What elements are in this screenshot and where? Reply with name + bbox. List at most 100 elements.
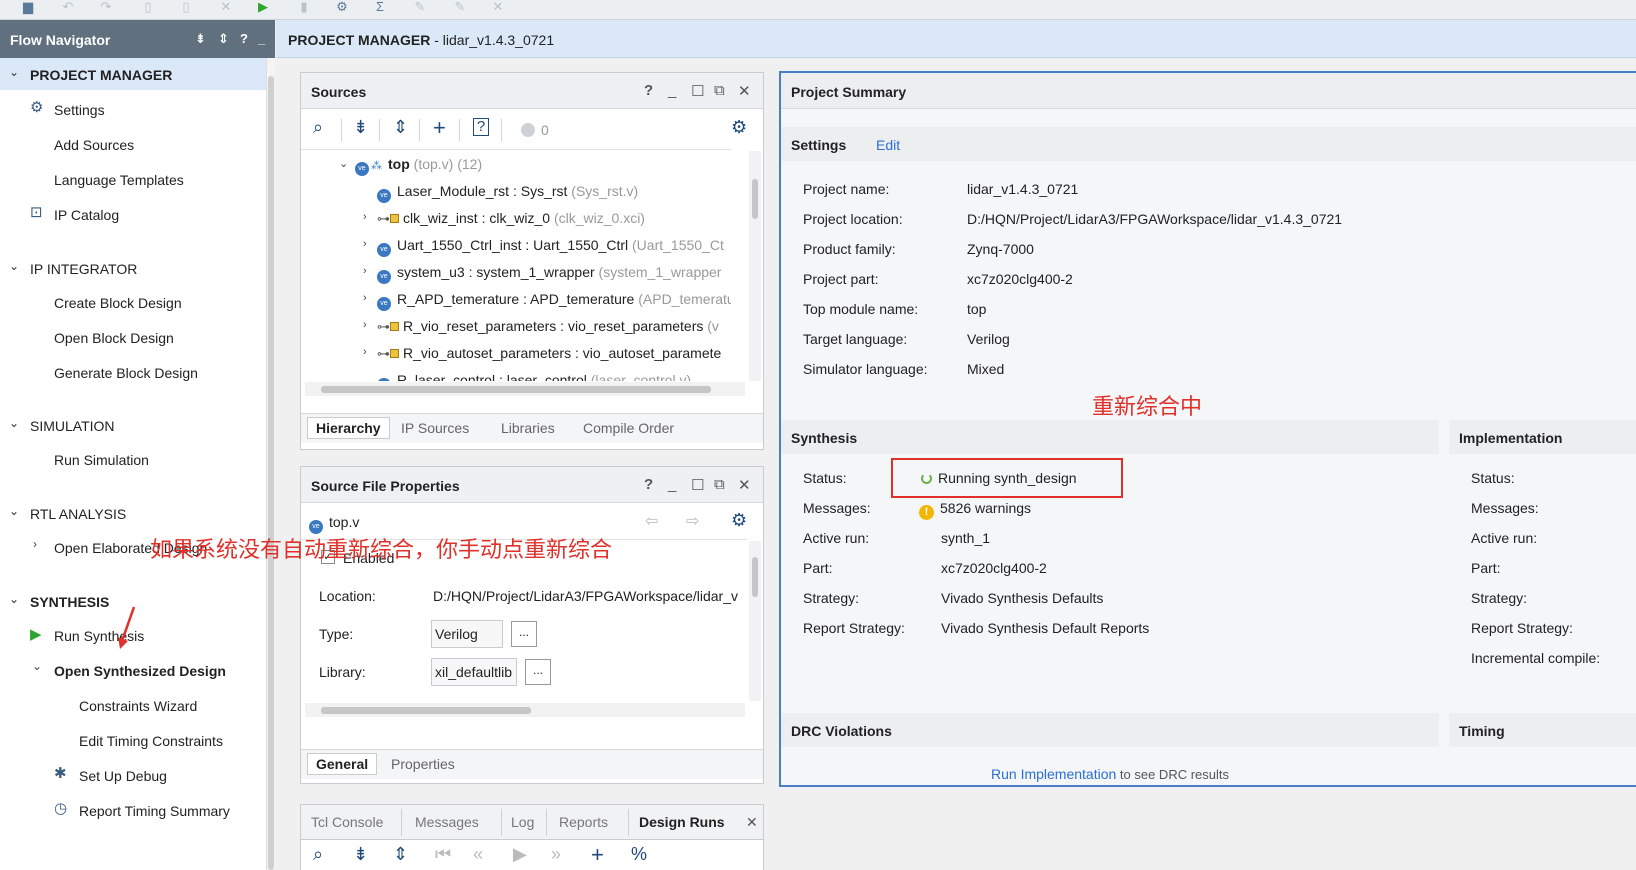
library-browse-button[interactable]: ...: [525, 659, 551, 685]
nav-create-block-design[interactable]: Create Block Design: [54, 295, 182, 311]
forward-icon[interactable]: ⇨: [686, 511, 699, 531]
project-part-link[interactable]: xc7z020clg400-2: [967, 271, 1073, 287]
search-icon[interactable]: ⌕: [313, 844, 323, 865]
sources-vscroll[interactable]: [749, 151, 761, 381]
flow-navigator-scrollbar[interactable]: [266, 58, 275, 870]
edit-settings-link[interactable]: Edit: [876, 137, 900, 153]
maximize-icon[interactable]: ☐: [691, 476, 704, 494]
close-icon[interactable]: ✕: [738, 82, 751, 100]
back-icon[interactable]: ⇦: [645, 511, 658, 531]
nav-edit-timing-constraints[interactable]: Edit Timing Constraints: [79, 733, 223, 749]
nav-constraints-wizard[interactable]: Constraints Wizard: [79, 698, 197, 714]
chevron-right-icon[interactable]: ›: [33, 537, 37, 551]
paste-icon[interactable]: ▯: [178, 0, 194, 14]
chevron-right-icon[interactable]: ›: [363, 265, 367, 277]
nav-language-templates[interactable]: Language Templates: [54, 172, 184, 188]
nav-open-block-design[interactable]: Open Block Design: [54, 330, 174, 346]
synth-report-strategy-link[interactable]: Vivado Synthesis Default Reports: [941, 620, 1149, 636]
expand-all-icon[interactable]: ⇕: [393, 844, 408, 865]
minimize-icon[interactable]: _: [668, 476, 676, 493]
tab-general[interactable]: General: [307, 753, 378, 775]
run-icon[interactable]: ▶: [255, 0, 271, 14]
tree-row[interactable]: › ⊶ clk_wiz_inst : clk_wiz_0 (clk_wiz_0.x…: [363, 210, 645, 227]
help-icon[interactable]: ?: [240, 31, 248, 46]
first-icon[interactable]: ⏮: [435, 844, 451, 865]
properties-icon[interactable]: ?: [473, 118, 489, 136]
chevron-right-icon[interactable]: ›: [363, 211, 367, 223]
tree-row[interactable]: ⌄ ve ⁂ top (top.v) (12): [339, 156, 482, 176]
properties-vscroll[interactable]: [749, 541, 761, 701]
chevron-right-icon[interactable]: ›: [363, 238, 367, 250]
help-icon[interactable]: ?: [644, 476, 653, 493]
settings-icon[interactable]: ⚙: [334, 0, 350, 14]
tab-messages[interactable]: Messages: [415, 814, 479, 830]
tab-libraries[interactable]: Libraries: [501, 420, 555, 436]
sigma-icon[interactable]: Σ: [372, 0, 388, 14]
synth-messages-link[interactable]: ! 5826 warnings: [919, 500, 1031, 520]
program-icon[interactable]: ▮: [296, 0, 312, 14]
add-icon[interactable]: +: [433, 115, 446, 141]
help-icon[interactable]: ?: [644, 82, 653, 99]
synth-strategy-link[interactable]: Vivado Synthesis Defaults: [941, 590, 1103, 606]
delete-icon[interactable]: ✕: [218, 0, 234, 14]
float-icon[interactable]: ⧉: [714, 476, 725, 493]
nav-run-simulation[interactable]: Run Simulation: [54, 452, 149, 468]
save-icon[interactable]: ▆: [20, 0, 36, 14]
tab-log[interactable]: Log: [511, 814, 534, 830]
minimize-icon[interactable]: _: [258, 31, 265, 46]
chevron-right-icon[interactable]: ›: [363, 346, 367, 358]
expand-all-icon[interactable]: ⇕: [393, 117, 408, 138]
target-language-link[interactable]: Verilog: [967, 331, 1010, 347]
tree-row[interactable]: › ⊶ R_vio_autoset_parameters : vio_autose…: [363, 345, 721, 362]
nav-set-up-debug[interactable]: Set Up Debug: [79, 768, 167, 784]
tree-row[interactable]: veR_laser_control : laser_control (laser…: [377, 372, 691, 381]
nav-settings[interactable]: Settings: [54, 102, 105, 118]
gear-icon[interactable]: ⚙: [731, 117, 747, 138]
section-rtl-analysis[interactable]: ⌄ RTL ANALYSIS: [0, 497, 268, 529]
tab-reports[interactable]: Reports: [559, 814, 608, 830]
maximize-icon[interactable]: ☐: [691, 82, 704, 100]
tab-ip-sources[interactable]: IP Sources: [401, 420, 469, 436]
section-ip-integrator[interactable]: ⌄ IP INTEGRATOR: [0, 252, 268, 284]
section-project-manager[interactable]: ⌄ PROJECT MANAGER: [0, 58, 268, 90]
tab-properties[interactable]: Properties: [391, 756, 455, 772]
tree-row[interactable]: › ⊶ R_vio_reset_parameters : vio_reset_pa…: [363, 318, 719, 335]
minimize-icon[interactable]: _: [668, 82, 676, 99]
synth-active-run-link[interactable]: synth_1: [941, 530, 990, 546]
pen-icon[interactable]: ✎: [452, 0, 468, 14]
float-icon[interactable]: ⧉: [714, 82, 725, 99]
close-icon[interactable]: ✕: [746, 814, 758, 831]
collapse-all-icon[interactable]: ⇟: [353, 117, 368, 138]
nav-open-synthesized-design[interactable]: Open Synthesized Design: [54, 663, 226, 679]
play-icon[interactable]: ▶: [513, 844, 527, 865]
chevron-down-icon[interactable]: ⌄: [339, 157, 348, 170]
percent-icon[interactable]: %: [631, 844, 647, 865]
search-icon[interactable]: ⌕: [313, 117, 323, 138]
close-icon[interactable]: ✕: [490, 0, 506, 14]
collapse-all-icon[interactable]: ⇟: [353, 844, 368, 865]
tab-tcl-console[interactable]: Tcl Console: [311, 814, 383, 830]
nav-generate-block-design[interactable]: Generate Block Design: [54, 365, 198, 381]
previous-icon[interactable]: «: [473, 844, 483, 865]
tree-row[interactable]: › ve R_APD_temerature : APD_temerature (A…: [363, 291, 731, 311]
tree-row[interactable]: › ve system_u3 : system_1_wrapper (system…: [363, 264, 721, 284]
chevron-down-icon[interactable]: ⌄: [32, 659, 42, 673]
copy-icon[interactable]: ▯: [140, 0, 156, 14]
type-browse-button[interactable]: ...: [511, 621, 537, 647]
expand-all-icon[interactable]: ⇕: [218, 31, 229, 47]
collapse-all-icon[interactable]: ⇟: [195, 31, 206, 47]
sources-hscroll[interactable]: [305, 382, 745, 396]
undo-icon[interactable]: ↶: [60, 0, 76, 14]
nav-add-sources[interactable]: Add Sources: [54, 137, 134, 153]
tab-design-runs[interactable]: Design Runs: [639, 814, 725, 830]
add-icon[interactable]: +: [591, 842, 604, 868]
gear-icon[interactable]: ⚙: [731, 510, 747, 531]
tree-row[interactable]: ve Laser_Module_rst : Sys_rst (Sys_rst.v): [377, 183, 638, 203]
next-icon[interactable]: »: [551, 844, 561, 865]
top-module-link[interactable]: top: [967, 301, 986, 317]
close-icon[interactable]: ✕: [738, 476, 751, 494]
chevron-right-icon[interactable]: ›: [363, 319, 367, 331]
properties-hscroll[interactable]: [305, 703, 745, 717]
edit-icon[interactable]: ✎: [412, 0, 428, 14]
redo-icon[interactable]: ↷: [98, 0, 114, 14]
